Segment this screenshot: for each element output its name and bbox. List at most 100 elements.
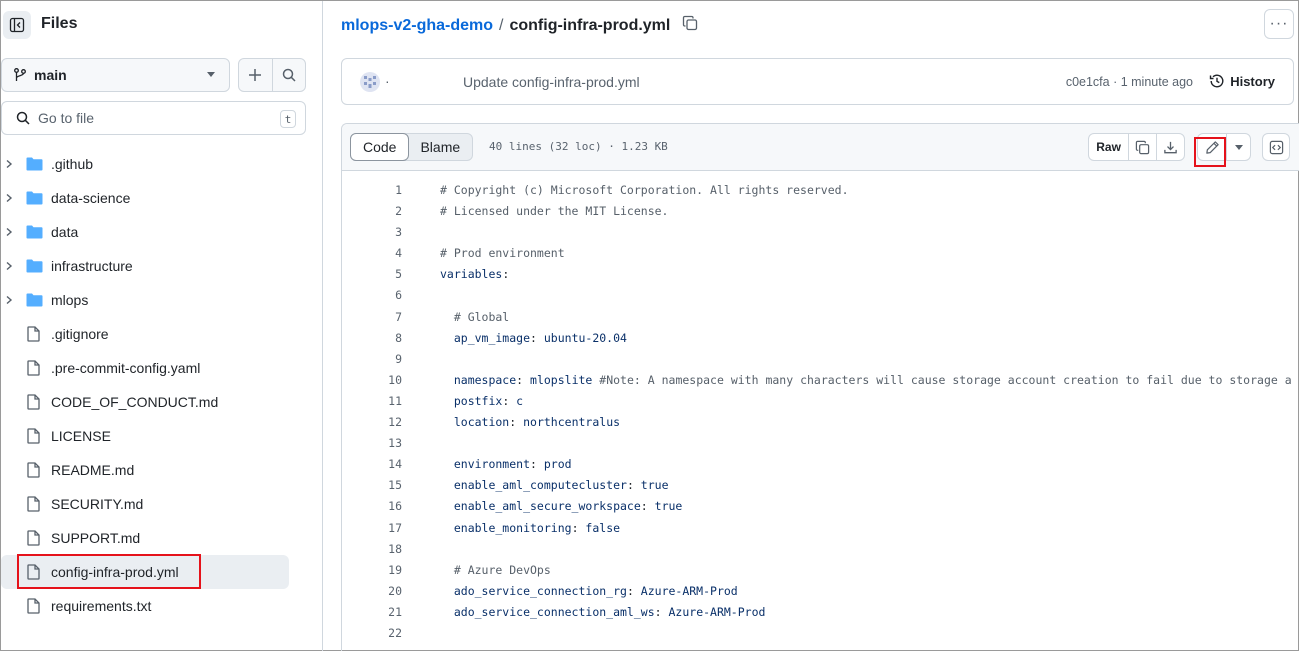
tree-folder-item[interactable]: data-science (1, 181, 301, 215)
tree-item-label: .pre-commit-config.yaml (51, 360, 201, 376)
tree-file-item[interactable]: LICENSE (1, 419, 301, 453)
add-file-button[interactable] (239, 59, 273, 91)
code-token: : (571, 520, 586, 535)
line-number[interactable]: 21 (342, 605, 402, 619)
tab-code[interactable]: Code (350, 133, 410, 161)
chevron-right-icon[interactable] (4, 159, 14, 169)
line-number[interactable]: 18 (342, 542, 402, 556)
tree-item-label: requirements.txt (51, 598, 152, 614)
tree-folder-item[interactable]: mlops (1, 283, 301, 317)
tree-item-label: data (51, 224, 79, 240)
line-number[interactable]: 1 (342, 183, 402, 197)
line-number[interactable]: 15 (342, 478, 402, 492)
file-header: Code Blame 40 lines (32 loc) · 1.23 KB R… (342, 124, 1299, 171)
line-source: enable_monitoring: false (440, 521, 620, 535)
code-token: namespace (440, 372, 517, 387)
collapse-sidebar-button[interactable] (3, 11, 31, 39)
avatar[interactable] (360, 72, 380, 92)
tree-item-label: config-infra-prod.yml (51, 564, 179, 580)
code-token: : (502, 393, 517, 408)
file-icon (27, 564, 40, 580)
copy-path-button[interactable] (682, 15, 698, 36)
code-token: ado_service_connection_rg (440, 583, 627, 598)
tree-file-item[interactable]: requirements.txt (1, 589, 301, 623)
tab-blame[interactable]: Blame (408, 134, 472, 160)
line-number[interactable]: 19 (342, 563, 402, 577)
breadcrumb: mlops-v2-gha-demo / config-infra-prod.ym… (341, 15, 698, 36)
file-tree-sidebar: Files main Go to file t .github data-scie… (1, 1, 323, 651)
tree-file-item[interactable]: SECURITY.md (1, 487, 301, 521)
line-number[interactable]: 7 (342, 310, 402, 324)
line-number[interactable]: 3 (342, 225, 402, 239)
tree-file-item[interactable]: config-infra-prod.yml (1, 555, 289, 589)
chevron-right-icon[interactable] (4, 193, 14, 203)
chevron-right-icon[interactable] (4, 295, 14, 305)
line-number[interactable]: 10 (342, 373, 402, 387)
line-source: enable_aml_computecluster: true (440, 478, 669, 492)
line-number[interactable]: 5 (342, 267, 402, 281)
download-button[interactable] (1157, 134, 1184, 160)
line-number[interactable]: 20 (342, 584, 402, 598)
line-number[interactable]: 8 (342, 331, 402, 345)
line-number[interactable]: 6 (342, 288, 402, 302)
search-icon (282, 68, 296, 82)
tree-item-label: .gitignore (51, 326, 109, 342)
sidebar-collapse-icon (9, 17, 25, 33)
line-number[interactable]: 16 (342, 499, 402, 513)
line-number[interactable]: 13 (342, 436, 402, 450)
code-token: Azure-ARM-Prod (640, 583, 738, 598)
edit-file-button[interactable] (1198, 134, 1228, 160)
tree-file-item[interactable]: README.md (1, 453, 301, 487)
breadcrumb-repo-link[interactable]: mlops-v2-gha-demo (341, 17, 493, 35)
keyboard-shortcut-hint: t (280, 110, 296, 128)
code-line: 18 (342, 539, 1299, 560)
line-number[interactable]: 22 (342, 626, 402, 640)
line-number[interactable]: 11 (342, 394, 402, 408)
code-token: true (640, 478, 669, 493)
chevron-right-icon[interactable] (4, 227, 14, 237)
tree-folder-item[interactable]: data (1, 215, 301, 249)
edit-options-dropdown[interactable] (1227, 134, 1250, 160)
history-button[interactable]: History (1209, 73, 1275, 89)
copy-raw-button[interactable] (1129, 134, 1157, 160)
more-options-button[interactable]: ··· (1264, 9, 1294, 39)
symbols-panel-button[interactable] (1262, 133, 1290, 161)
tree-folder-item[interactable]: infrastructure (1, 249, 301, 283)
code-view[interactable]: 1 # Copyright (c) Microsoft Corporation. … (342, 180, 1299, 644)
line-number[interactable]: 9 (342, 352, 402, 366)
line-number[interactable]: 2 (342, 204, 402, 218)
file-icon (27, 326, 40, 342)
code-line: 13 (342, 433, 1299, 454)
code-line: 21 ado_service_connection_aml_ws: Azure-… (342, 602, 1299, 623)
folder-icon (26, 157, 43, 171)
tree-item-label: SECURITY.md (51, 496, 144, 512)
line-number[interactable]: 17 (342, 521, 402, 535)
tree-file-item[interactable]: CODE_OF_CONDUCT.md (1, 385, 301, 419)
file-icon (27, 462, 40, 478)
code-token: # Prod environment (440, 246, 565, 261)
code-token: environment (440, 457, 531, 472)
commit-message[interactable]: Update config-infra-prod.yml (463, 74, 640, 90)
code-token: #Note: A namespace with many characters … (599, 372, 1292, 387)
tree-item-label: README.md (51, 462, 135, 478)
line-number[interactable]: 14 (342, 457, 402, 471)
code-token: # Azure DevOps (440, 562, 551, 577)
tree-file-item[interactable]: SUPPORT.md (1, 521, 301, 555)
code-token: : (509, 415, 524, 430)
line-number[interactable]: 12 (342, 415, 402, 429)
edit-file-group (1197, 133, 1251, 161)
history-label: History (1230, 73, 1275, 89)
raw-button[interactable]: Raw (1089, 134, 1130, 160)
chevron-right-icon[interactable] (4, 261, 14, 271)
branch-selector[interactable]: main (1, 58, 230, 92)
code-line: 20 ado_service_connection_rg: Azure-ARM-… (342, 581, 1299, 602)
commit-hash-and-time[interactable]: c0e1cfa · 1 minute ago (1066, 75, 1193, 89)
search-files-button[interactable] (273, 59, 306, 91)
line-number[interactable]: 4 (342, 246, 402, 260)
go-to-file-input[interactable]: Go to file t (1, 101, 306, 135)
tree-folder-item[interactable]: .github (1, 147, 301, 181)
code-token: prod (543, 457, 572, 472)
tree-file-item[interactable]: .pre-commit-config.yaml (1, 351, 301, 385)
commit-author[interactable]: · (385, 73, 390, 89)
tree-file-item[interactable]: .gitignore (1, 317, 301, 351)
